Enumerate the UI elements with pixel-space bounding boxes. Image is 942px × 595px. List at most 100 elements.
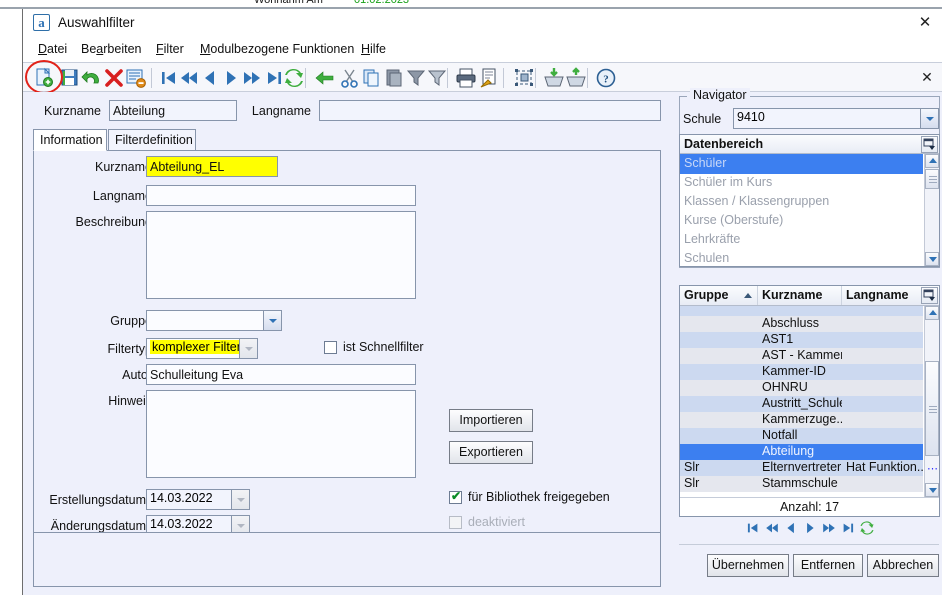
cell-kurzname: Elternvertreter — [762, 460, 842, 474]
table-row[interactable]: Notfall — [680, 428, 923, 444]
menu-hilfe[interactable]: Hilfe — [358, 41, 389, 57]
next-record-icon[interactable] — [220, 67, 242, 89]
scroll-down-icon[interactable] — [925, 483, 939, 497]
table-row[interactable]: Slr Stammschule — [680, 476, 923, 492]
bibliothek-freigegeben-checkbox[interactable] — [449, 489, 462, 504]
table-row[interactable]: Abschluss — [680, 316, 923, 332]
cut-icon[interactable] — [339, 67, 361, 89]
nav-prev-button[interactable] — [783, 520, 799, 536]
nav-fastfwd-button[interactable] — [821, 520, 837, 536]
copy-icon[interactable] — [361, 67, 383, 89]
prev-record-icon[interactable] — [199, 67, 221, 89]
print-preview-icon[interactable] — [479, 67, 501, 89]
nav-refresh-button[interactable] — [859, 520, 875, 536]
menu-modulbezogene-funktionen[interactable]: Modulbezogene Funktionen — [197, 41, 357, 57]
cell-kurzname: OHNRU — [762, 380, 808, 394]
scroll-down-icon[interactable] — [925, 252, 939, 266]
table-row[interactable] — [680, 306, 923, 316]
import-basket-icon[interactable] — [543, 67, 565, 89]
autor-input[interactable]: Schulleitung Eva — [146, 364, 416, 385]
fast-forward-icon[interactable] — [241, 67, 263, 89]
print-icon[interactable] — [455, 67, 477, 89]
column-chooser-icon[interactable] — [921, 136, 938, 153]
chevron-down-icon[interactable] — [263, 311, 281, 330]
erstellungsdatum-datepicker[interactable]: 14.03.2022 — [146, 489, 250, 510]
chevron-down-icon[interactable] — [231, 490, 249, 509]
undo-icon[interactable] — [81, 67, 103, 89]
datenbereich-item-4[interactable]: Lehrkräfte — [680, 230, 923, 250]
selected-row-marker: ⋯ — [927, 463, 939, 475]
tab-filterdefinition[interactable]: Filterdefinition — [108, 129, 196, 151]
last-record-icon[interactable] — [263, 67, 285, 89]
chevron-down-icon[interactable] — [239, 339, 257, 358]
menu-datei[interactable]: Datei — [35, 41, 70, 57]
screenshot-root: Wohnanm Am 01.02.2023 a Auswahlfilter ✕ … — [0, 0, 942, 595]
table-row[interactable]: AST1 — [680, 332, 923, 348]
menu-bearbeiten[interactable]: Bearbeiten — [78, 41, 144, 57]
filtertyp-combobox[interactable]: komplexer Filter — [146, 338, 258, 359]
help-icon[interactable]: ? — [595, 67, 617, 89]
hinweis-textarea[interactable] — [146, 390, 416, 478]
nav-fastback-button[interactable] — [764, 520, 780, 536]
table-row[interactable]: Kammer-ID — [680, 364, 923, 380]
beschreibung-textarea[interactable] — [146, 211, 416, 299]
datenbereich-item-2[interactable]: Klassen / Klassengruppen — [680, 192, 923, 212]
table-row[interactable]: Slr Elternvertreter Hat Funktion... — [680, 460, 923, 476]
datenbereich-item-1[interactable]: Schüler im Kurs — [680, 173, 923, 193]
tab-information[interactable]: Information — [33, 129, 107, 151]
new-document-icon[interactable] — [33, 67, 55, 89]
datenbereich-item-3[interactable]: Kurse (Oberstufe) — [680, 211, 923, 231]
chevron-down-icon[interactable] — [920, 109, 938, 128]
refresh-icon[interactable] — [283, 67, 305, 89]
filter-off-icon[interactable] — [405, 67, 427, 89]
nav-last-button[interactable] — [840, 520, 856, 536]
table-row[interactable]: Austritt_Schule — [680, 396, 923, 412]
importieren-button[interactable]: Importieren — [449, 409, 533, 432]
scroll-thumb[interactable] — [925, 169, 939, 189]
toolbar-close-button[interactable]: ✕ — [918, 68, 936, 86]
table-row[interactable]: AST - Kammer... — [680, 348, 923, 364]
langname-input[interactable] — [146, 185, 416, 206]
table-row[interactable]: Kammerzuge... — [680, 412, 923, 428]
back-arrow-icon[interactable] — [314, 67, 336, 89]
entfernen-button[interactable]: Entfernen — [793, 554, 863, 577]
scroll-thumb[interactable] — [925, 361, 939, 456]
erstellungsdatum-value: 14.03.2022 — [150, 491, 213, 505]
datenbereich-item-0[interactable]: Schüler — [680, 154, 923, 174]
deaktiviert-checkbox[interactable] — [449, 516, 462, 529]
datenbereich-scrollbar[interactable] — [924, 154, 939, 266]
fast-back-icon[interactable] — [178, 67, 200, 89]
datenbereich-item-5[interactable]: Schulen — [680, 249, 923, 269]
scroll-up-icon[interactable] — [925, 154, 939, 168]
column-header-kurzname[interactable]: Kurzname — [758, 286, 842, 305]
filter-table[interactable]: Gruppe Kurzname Langname Abschluss AST1 AS… — [679, 285, 940, 517]
column-header-langname[interactable]: Langname — [842, 286, 922, 305]
datenbereich-listbox[interactable]: Datenbereich Schüler Schüler im Kurs Klass… — [679, 134, 940, 267]
sort-ascending-icon — [744, 293, 752, 298]
exportieren-button[interactable]: Exportieren — [449, 441, 533, 464]
first-record-icon[interactable] — [158, 67, 180, 89]
ist-schnellfilter-checkbox[interactable] — [324, 341, 337, 354]
menu-filter[interactable]: Filter — [153, 41, 187, 57]
table-row[interactable]: OHNRU — [680, 380, 923, 396]
abbrechen-button[interactable]: Abbrechen — [867, 554, 939, 577]
nav-first-button[interactable] — [745, 520, 761, 536]
save-icon[interactable] — [59, 67, 81, 89]
paste-icon[interactable] — [383, 67, 405, 89]
properties-icon[interactable] — [125, 67, 147, 89]
export-basket-icon[interactable] — [565, 67, 587, 89]
window-close-button[interactable]: ✕ — [915, 13, 935, 33]
filter-icon[interactable] — [426, 67, 448, 89]
scroll-up-icon[interactable] — [925, 306, 939, 320]
uebernehmen-button[interactable]: Übernehmen — [707, 554, 789, 577]
column-chooser-icon[interactable] — [921, 287, 938, 304]
select-area-icon[interactable] — [513, 67, 535, 89]
nav-next-button[interactable] — [802, 520, 818, 536]
header-kurzname-field[interactable]: Abteilung — [109, 100, 237, 121]
kurzname-input[interactable]: Abteilung_EL — [146, 156, 278, 177]
schule-combobox[interactable]: 9410 — [733, 108, 939, 129]
delete-icon[interactable] — [103, 67, 125, 89]
gruppe-combobox[interactable] — [146, 310, 282, 331]
table-row[interactable]: Abteilung — [680, 444, 923, 460]
header-langname-field[interactable] — [319, 100, 661, 121]
